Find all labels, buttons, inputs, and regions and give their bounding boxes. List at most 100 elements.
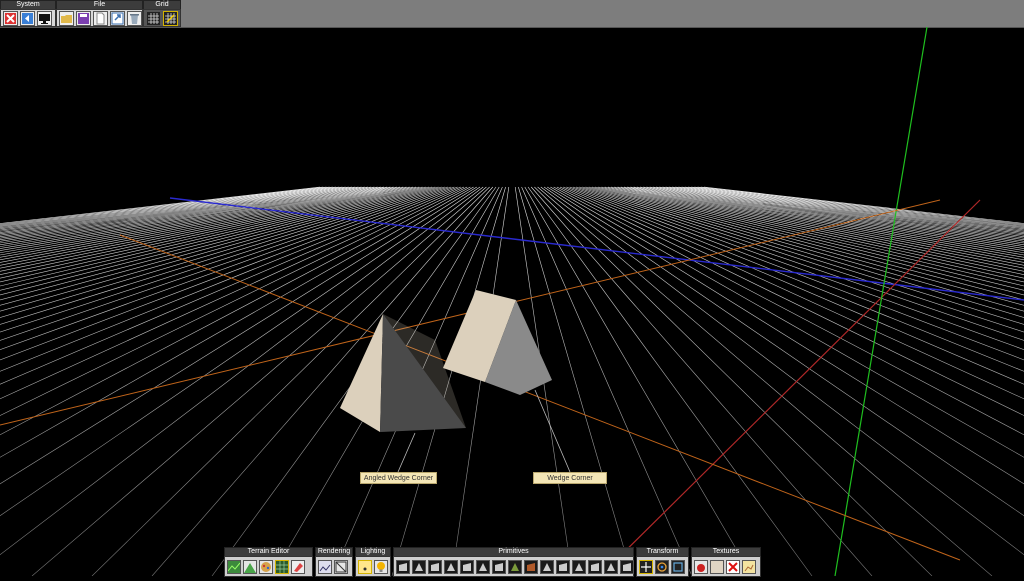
terrain-raise-button[interactable] — [243, 559, 257, 574]
texture-remove-icon — [727, 560, 739, 573]
angled-wedge-corner-object[interactable] — [340, 314, 466, 432]
trash-icon — [130, 13, 139, 24]
primitive-panel-button[interactable] — [604, 559, 618, 574]
light-bulb-icon — [377, 561, 385, 572]
primitive-barrel-button[interactable] — [508, 559, 522, 574]
primitive-pyramid-button[interactable] — [476, 559, 490, 574]
rotate-icon — [657, 561, 667, 572]
terrain-editor-label: Terrain Editor — [224, 547, 313, 556]
back-icon — [22, 12, 33, 24]
primitive-wedge-corner-button[interactable] — [412, 559, 426, 574]
grid-snap-icon — [165, 12, 176, 24]
move-icon — [641, 561, 651, 572]
object-label-angled-wedge-corner: Angled Wedge Corner — [360, 472, 437, 484]
primitive-angled-wedge-icon — [431, 562, 439, 571]
terrain-erase-button[interactable] — [291, 559, 305, 574]
object-label-wedge-corner: Wedge Corner — [533, 472, 607, 484]
primitive-cylinder-icon — [447, 562, 455, 571]
terrain-editor-group: Terrain Editor — [224, 547, 313, 577]
grid-toggle-button[interactable] — [146, 10, 161, 26]
lighting-label: Lighting — [355, 547, 391, 556]
terrain-paint-button[interactable] — [227, 559, 241, 574]
terrain-texture-icon — [261, 561, 271, 572]
primitive-pyramid-icon — [479, 562, 487, 571]
wedge-corner-object[interactable] — [443, 290, 552, 395]
render-image-icon — [319, 560, 331, 573]
light-ambient-icon — [359, 560, 371, 573]
new-document-icon — [96, 12, 105, 24]
primitive-cone-button[interactable] — [460, 559, 474, 574]
light-ambient-button[interactable] — [358, 559, 372, 574]
rotate-button[interactable] — [655, 559, 669, 574]
grid-group: Grid — [143, 0, 181, 27]
primitive-stairs-icon — [591, 562, 599, 571]
render-wire-button[interactable] — [334, 559, 348, 574]
monitor-button[interactable] — [37, 10, 52, 26]
origin-line-b — [119, 234, 961, 561]
system-group-label: System — [0, 0, 56, 9]
primitive-arch-button[interactable] — [556, 559, 570, 574]
render-image-button[interactable] — [318, 559, 332, 574]
primitive-cube-button[interactable] — [524, 559, 538, 574]
terrain-texture-button[interactable] — [259, 559, 273, 574]
angled-wedge-corner-leader — [397, 432, 416, 473]
light-bulb-button[interactable] — [374, 559, 388, 574]
primitive-tube-icon — [623, 562, 631, 571]
delete-button[interactable] — [127, 10, 142, 26]
primitive-wedge-corner-icon — [415, 562, 423, 571]
rendering-label: Rendering — [315, 547, 353, 556]
grid-icon — [148, 12, 159, 24]
lighting-group: Lighting — [355, 547, 391, 577]
file-group-label: File — [56, 0, 143, 9]
grid-snap-button[interactable] — [163, 10, 178, 26]
file-group: File — [56, 0, 143, 27]
primitive-angled-wedge-button[interactable] — [428, 559, 442, 574]
primitive-sphere-button[interactable] — [492, 559, 506, 574]
texture-image-button[interactable] — [742, 559, 756, 574]
scale-icon — [673, 561, 683, 572]
back-button[interactable] — [20, 10, 35, 26]
top-toolbar: System File Grid — [0, 0, 1024, 28]
primitive-cylinder-button[interactable] — [444, 559, 458, 574]
move-button[interactable] — [639, 559, 653, 574]
primitive-cube-icon — [527, 562, 535, 571]
export-icon — [111, 12, 124, 24]
transform-label: Transform — [636, 547, 689, 556]
texture-remove-button[interactable] — [726, 559, 740, 574]
primitive-cap-button[interactable] — [572, 559, 586, 574]
terrain-erase-icon — [292, 560, 304, 573]
texture-blank-button[interactable] — [710, 559, 724, 574]
primitive-barrel-icon — [511, 562, 519, 571]
primitive-wedge-icon — [399, 562, 407, 571]
open-button[interactable] — [59, 10, 74, 26]
primitive-cone-icon — [463, 562, 471, 571]
primitive-tube-button[interactable] — [620, 559, 634, 574]
terrain-grid-button[interactable] — [275, 559, 289, 574]
3d-viewport[interactable]: Angled Wedge Corner Wedge Corner — [0, 26, 1024, 577]
primitive-stairs-button[interactable] — [588, 559, 602, 574]
grid-group-label: Grid — [143, 0, 181, 9]
close-button[interactable] — [3, 10, 18, 26]
textures-label: Textures — [691, 547, 761, 556]
primitive-slope-icon — [543, 562, 551, 571]
texture-apple-button[interactable] — [694, 559, 708, 574]
open-folder-icon — [61, 14, 72, 23]
terrain-grid-icon — [276, 560, 288, 573]
textures-group: Textures — [691, 547, 761, 577]
system-group: System — [0, 0, 56, 27]
primitive-arch-icon — [559, 562, 567, 571]
primitive-slope-button[interactable] — [540, 559, 554, 574]
primitive-cap-icon — [575, 562, 583, 571]
scale-button[interactable] — [671, 559, 685, 574]
transform-group: Transform — [636, 547, 689, 577]
save-button[interactable] — [76, 10, 91, 26]
new-button[interactable] — [93, 10, 108, 26]
monitor-icon — [39, 13, 50, 24]
primitive-wedge-button[interactable] — [396, 559, 410, 574]
texture-blank-icon — [711, 560, 723, 573]
terrain-paint-icon — [228, 560, 240, 573]
export-button[interactable] — [110, 10, 125, 26]
primitives-label: Primitives — [393, 547, 634, 556]
terrain-raise-icon — [244, 562, 256, 573]
render-wire-icon — [335, 561, 347, 572]
